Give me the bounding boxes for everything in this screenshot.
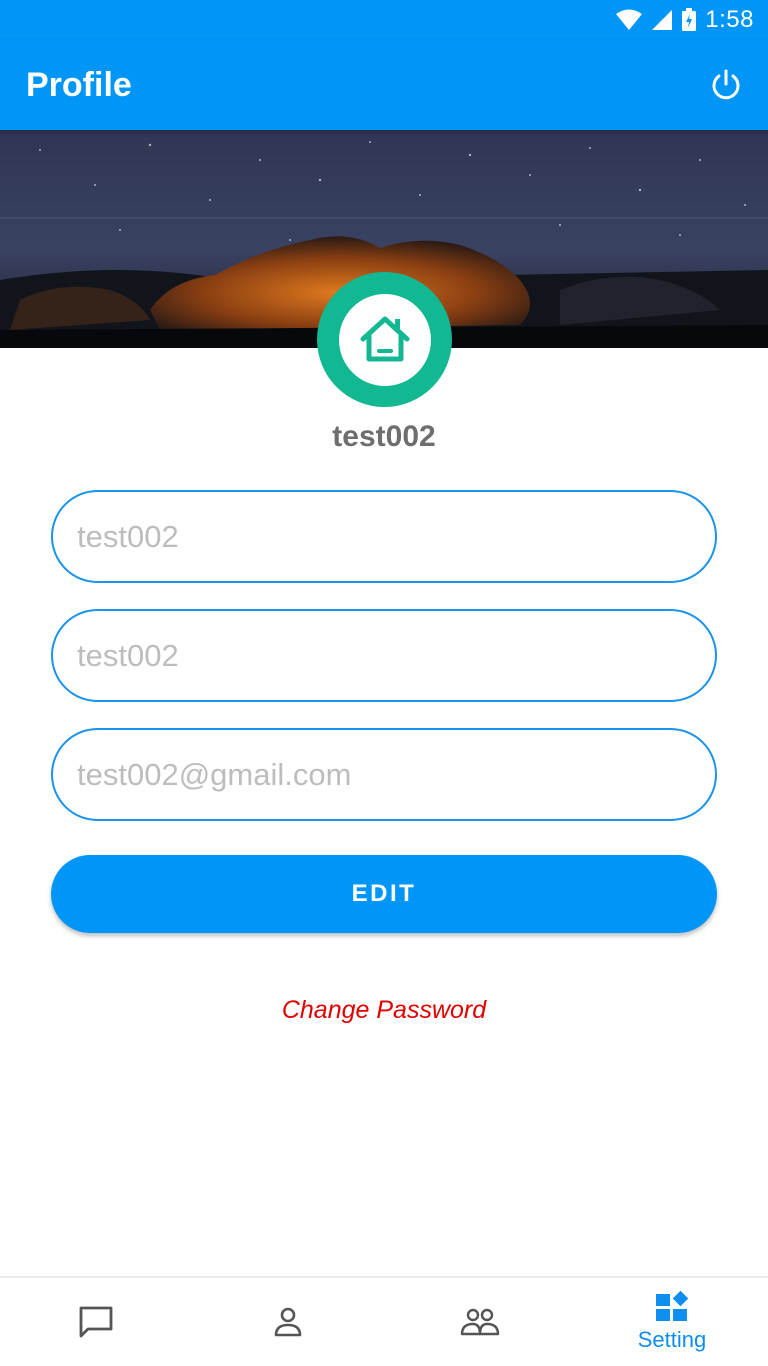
app-bar: Profile: [0, 40, 768, 130]
name-field[interactable]: [51, 609, 717, 702]
change-password-link[interactable]: Change Password: [0, 996, 768, 1025]
nav-item-friends[interactable]: [384, 1278, 576, 1366]
edit-button[interactable]: EDIT: [51, 855, 717, 933]
person-icon: [274, 1307, 302, 1337]
avatar-badge: [338, 293, 431, 386]
battery-icon: [681, 8, 697, 32]
chat-icon: [79, 1306, 113, 1338]
email-field[interactable]: [51, 728, 717, 821]
status-time: 1:58: [705, 6, 754, 33]
page-title: Profile: [26, 65, 132, 104]
email-input[interactable]: [77, 756, 715, 793]
power-icon: [712, 69, 740, 100]
username-label: test002: [332, 420, 436, 453]
dashboard-icon: [656, 1291, 689, 1321]
name-input[interactable]: [77, 637, 715, 674]
avatar[interactable]: [317, 272, 452, 407]
username-field[interactable]: [51, 490, 717, 583]
wifi-icon: [615, 9, 643, 31]
status-bar: 1:58: [0, 0, 768, 40]
logout-button[interactable]: [706, 65, 746, 105]
nav-item-chat[interactable]: [0, 1278, 192, 1366]
nav-item-setting-label: Setting: [637, 1327, 707, 1352]
profile-screen: 1:58 Profile test002 test002 test002 tes…: [0, 0, 768, 1366]
signal-icon: [651, 9, 673, 31]
people-icon: [460, 1308, 500, 1336]
nav-item-profile[interactable]: [192, 1278, 384, 1366]
home-icon: [360, 316, 409, 361]
bottom-nav: Setting: [0, 1276, 768, 1366]
nav-item-setting[interactable]: Setting: [576, 1278, 768, 1366]
username-input[interactable]: [77, 518, 715, 555]
